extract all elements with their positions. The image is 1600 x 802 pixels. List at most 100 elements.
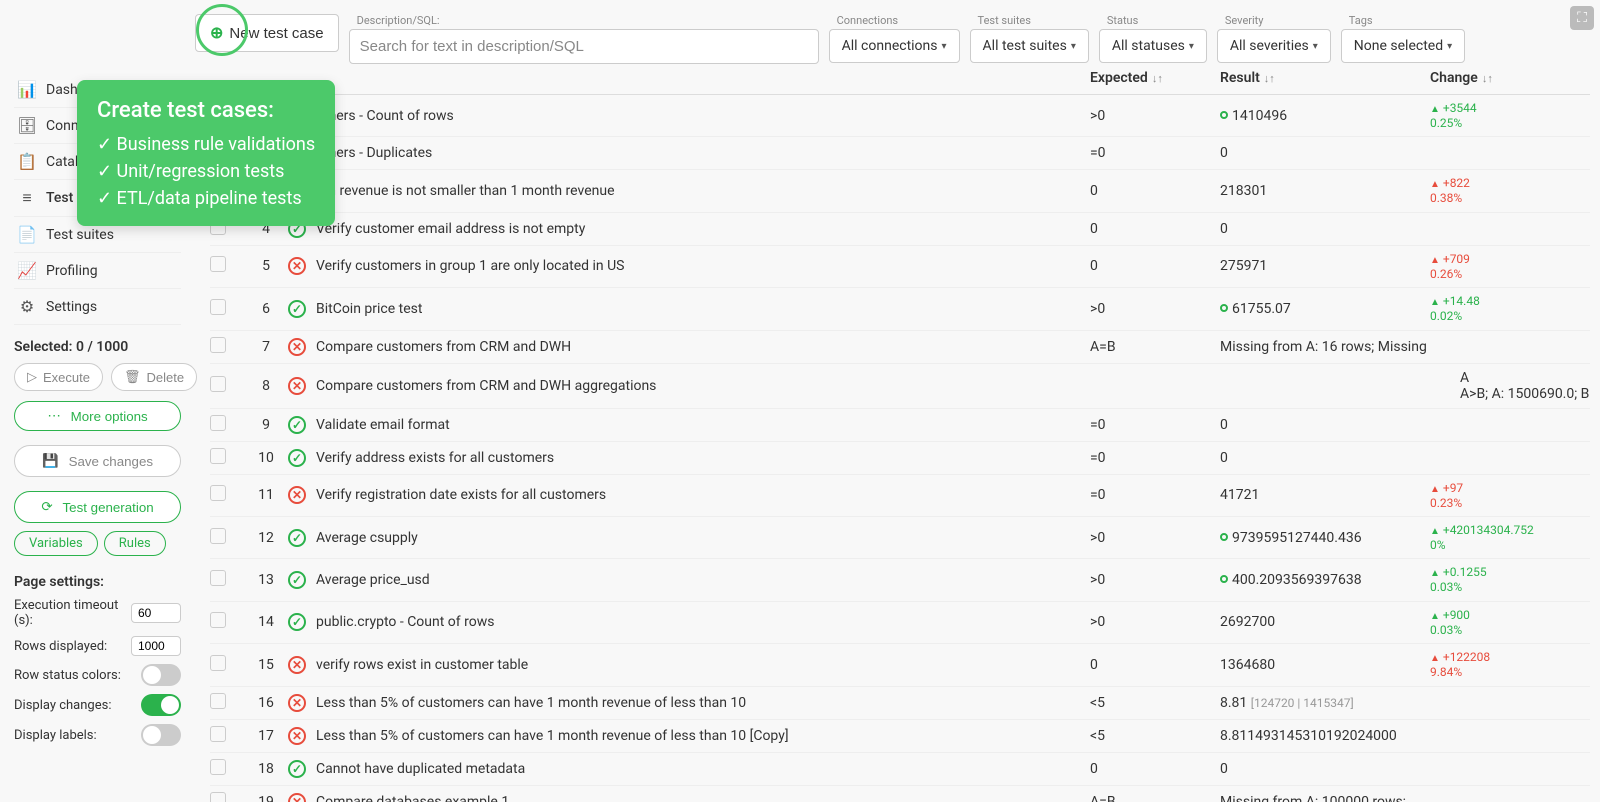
table-row[interactable]: 1✓omers - Count of rows>01410496▲ +35440… xyxy=(210,95,1590,137)
row-result: Missing from A: 16 rows; Missing xyxy=(1220,339,1430,355)
caret-down-icon: ▾ xyxy=(1189,41,1194,52)
table-row[interactable]: 18✓Cannot have duplicated metadata00 xyxy=(210,753,1590,786)
row-checkbox[interactable] xyxy=(210,415,226,431)
row-checkbox[interactable] xyxy=(210,528,226,544)
row-change: ▲ +35440.25% xyxy=(1430,101,1590,130)
row-expected: 0 xyxy=(1090,221,1220,237)
table-row[interactable]: 16✕Less than 5% of customers can have 1 … xyxy=(210,687,1590,720)
row-description: omers - Count of rows xyxy=(316,108,1090,124)
filter-severity[interactable]: All severities▾ xyxy=(1217,29,1331,63)
test-generation-button[interactable]: ⟳Test generation xyxy=(14,491,181,523)
status-fail-icon: ✕ xyxy=(288,793,306,802)
variables-button[interactable]: Variables xyxy=(14,531,98,556)
row-result: 400.2093569397638 xyxy=(1220,572,1430,588)
table-row[interactable]: 13✓Average price_usd>0400.2093569397638▲… xyxy=(210,559,1590,601)
sidebar-item-profiling[interactable]: 📈Profiling xyxy=(14,253,181,289)
filter-suites[interactable]: All test suites▾ xyxy=(970,29,1089,63)
row-checkbox[interactable] xyxy=(210,570,226,586)
execute-button[interactable]: ▷Execute xyxy=(14,363,103,391)
table-row[interactable]: 9✓Validate email format=00 xyxy=(210,409,1590,442)
row-checkbox[interactable] xyxy=(210,792,226,802)
row-description: Verify customer email address is not emp… xyxy=(316,221,1090,237)
table-row[interactable]: 4✓Verify customer email address is not e… xyxy=(210,213,1590,246)
row-checkbox[interactable] xyxy=(210,693,226,709)
status-ok-icon: ✓ xyxy=(288,449,306,467)
new-test-case-button[interactable]: ⊕ New test case xyxy=(195,14,339,52)
exec-timeout-input[interactable] xyxy=(131,603,181,623)
row-result: A>B; A: 1500690.0; B: 500500.0 xyxy=(1460,386,1590,402)
table-row[interactable]: 2✓omers - Duplicates=00 xyxy=(210,137,1590,170)
change-arrow-icon: ▲ xyxy=(1430,255,1440,266)
expand-icon[interactable]: ⛶ xyxy=(1570,6,1594,30)
table-row[interactable]: 5✕Verify customers in group 1 are only l… xyxy=(210,246,1590,288)
table-row[interactable]: 11✕Verify registration date exists for a… xyxy=(210,475,1590,517)
row-checkbox[interactable] xyxy=(210,726,226,742)
row-expected: 0 xyxy=(1090,258,1220,274)
header-expected[interactable]: Expected↓↑ xyxy=(1090,70,1220,86)
table-row[interactable]: 19✕Compare databases example 1A=BMissing… xyxy=(210,786,1590,802)
table-row[interactable]: 10✓Verify address exists for all custome… xyxy=(210,442,1590,475)
row-description: Validate email format xyxy=(316,417,1090,433)
row-checkbox[interactable] xyxy=(210,337,226,353)
more-options-button[interactable]: ⋯More options xyxy=(14,401,181,431)
row-change: ▲ +1222089.84% xyxy=(1430,650,1590,679)
row-checkbox[interactable] xyxy=(210,485,226,501)
status-ok-icon: ✓ xyxy=(288,571,306,589)
row-description: Verify address exists for all customers xyxy=(316,450,1090,466)
row-change: ▲ +14.480.02% xyxy=(1430,294,1590,323)
row-checkbox[interactable] xyxy=(210,655,226,671)
sort-icon: ↓↑ xyxy=(1152,72,1163,85)
row-checkbox[interactable] xyxy=(210,448,226,464)
table-row[interactable]: 8✕Compare customers from CRM and DWH agg… xyxy=(210,364,1590,409)
row-expected: 0 xyxy=(1090,183,1220,199)
table-row[interactable]: 15✕verify rows exist in customer table01… xyxy=(210,644,1590,686)
status-fail-icon: ✕ xyxy=(288,656,306,674)
display-labels-label: Display labels: xyxy=(14,728,97,743)
row-result: 0 xyxy=(1220,761,1430,777)
filter-connections[interactable]: All connections▾ xyxy=(829,29,960,63)
row-colors-toggle[interactable] xyxy=(141,664,181,686)
table-row[interactable]: 7✕Compare customers from CRM and DWHA=BM… xyxy=(210,331,1590,364)
search-input[interactable] xyxy=(349,29,819,64)
display-changes-label: Display changes: xyxy=(14,698,111,713)
selected-count: Selected: 0 / 1000 xyxy=(14,339,181,355)
filter-tags[interactable]: None selected▾ xyxy=(1341,29,1465,63)
filter-connections-label: Connections xyxy=(829,14,960,27)
row-checkbox[interactable] xyxy=(210,376,226,392)
row-result: 8.811493145310192024000 xyxy=(1220,728,1430,744)
status-ok-icon: ✓ xyxy=(288,300,306,318)
change-arrow-icon: ▲ xyxy=(1430,568,1440,579)
save-icon: 💾 xyxy=(42,453,59,469)
status-fail-icon: ✕ xyxy=(288,694,306,712)
table-row[interactable]: 14✓public.crypto - Count of rows>0269270… xyxy=(210,602,1590,644)
row-description: Compare customers from CRM and DWH aggre… xyxy=(316,378,1460,394)
nav-label: Test suites xyxy=(46,227,114,243)
sidebar-item-settings[interactable]: ⚙Settings xyxy=(14,289,181,325)
delete-button[interactable]: 🗑Delete xyxy=(111,363,197,391)
row-checkbox[interactable] xyxy=(210,299,226,315)
display-changes-toggle[interactable] xyxy=(141,694,181,716)
row-checkbox[interactable] xyxy=(210,256,226,272)
change-arrow-icon: ▲ xyxy=(1430,104,1440,115)
result-dot-icon xyxy=(1220,575,1228,583)
chart-icon: 📈 xyxy=(18,261,36,280)
row-description: Verify registration date exists for all … xyxy=(316,487,1090,503)
table-row[interactable]: 6✓BitCoin price test>061755.07▲ +14.480.… xyxy=(210,288,1590,330)
row-checkbox[interactable] xyxy=(210,759,226,775)
header-result[interactable]: Result↓↑ xyxy=(1220,70,1430,86)
callout-line3: ✓ ETL/data pipeline tests xyxy=(97,185,315,212)
row-change: ▲ +420134304.7520% xyxy=(1430,523,1590,552)
header-change[interactable]: Change↓↑ xyxy=(1430,70,1590,86)
save-changes-button[interactable]: 💾Save changes xyxy=(14,445,181,477)
row-number: 5 xyxy=(244,258,288,274)
list-icon: ≡ xyxy=(18,188,36,208)
table-row[interactable]: 17✕Less than 5% of customers can have 1 … xyxy=(210,720,1590,753)
rows-displayed-input[interactable] xyxy=(131,636,181,656)
filter-status[interactable]: All statuses▾ xyxy=(1099,29,1207,63)
rules-button[interactable]: Rules xyxy=(104,531,166,556)
table-row[interactable]: 3✕nth revenue is not smaller than 1 mont… xyxy=(210,170,1590,212)
display-labels-toggle[interactable] xyxy=(141,724,181,746)
row-checkbox[interactable] xyxy=(210,612,226,628)
row-change: ▲ +7090.26% xyxy=(1430,252,1590,281)
table-row[interactable]: 12✓Average csupply>09739595127440.436▲ +… xyxy=(210,517,1590,559)
